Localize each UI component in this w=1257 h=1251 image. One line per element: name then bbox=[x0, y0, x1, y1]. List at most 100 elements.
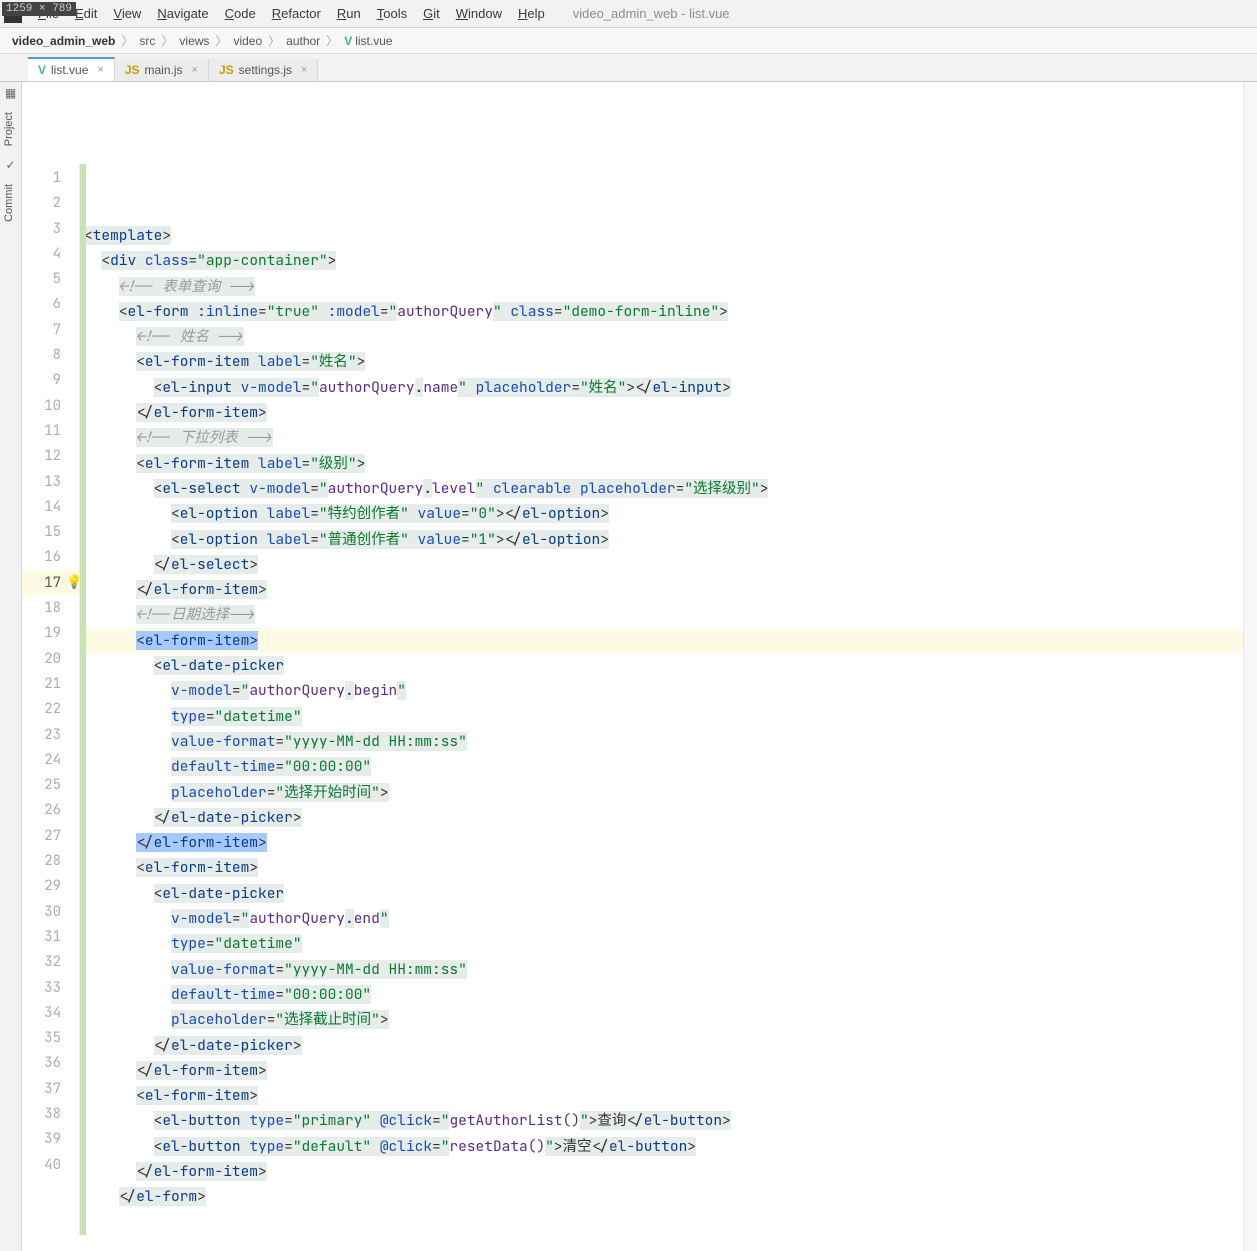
code-line-3[interactable]: <!-- 表单查询 --> bbox=[80, 274, 1257, 299]
menu-code[interactable]: Code bbox=[217, 6, 264, 21]
code-line-13[interactable]: <el-option label="普通创作者" value="1"></el-… bbox=[80, 527, 1257, 552]
tab-list.vue[interactable]: Vlist.vue × bbox=[28, 57, 115, 81]
line-number: 10 bbox=[22, 394, 79, 419]
line-number: 27 bbox=[22, 824, 79, 849]
code-line-4[interactable]: <el-form :inline="true" :model="authorQu… bbox=[80, 299, 1257, 324]
line-number: 38 bbox=[22, 1102, 79, 1127]
project-icon[interactable]: ▦ bbox=[0, 82, 21, 104]
line-number: 25 bbox=[22, 773, 79, 798]
vue-icon: V bbox=[38, 63, 46, 77]
code-line-20[interactable]: type="datetime" bbox=[80, 704, 1257, 729]
tabbar: Vlist.vue×JSmain.js×JSsettings.js× bbox=[0, 54, 1257, 82]
line-number: 26 bbox=[22, 798, 79, 823]
code-line-28[interactable]: v-model="authorQuery.end" bbox=[80, 906, 1257, 931]
crumb-src[interactable]: src bbox=[135, 34, 159, 48]
close-icon[interactable]: × bbox=[97, 64, 103, 76]
gutter: 1234567891011121314151617181920212223242… bbox=[22, 164, 80, 1235]
line-number: 6 bbox=[22, 292, 79, 317]
line-number: 31 bbox=[22, 925, 79, 950]
code-line-14[interactable]: </el-select> bbox=[80, 552, 1257, 577]
code-line-24[interactable]: </el-date-picker> bbox=[80, 805, 1257, 830]
menu-tools[interactable]: Tools bbox=[369, 6, 415, 21]
line-number: 40 bbox=[22, 1153, 79, 1178]
code-line-33[interactable]: </el-date-picker> bbox=[80, 1033, 1257, 1058]
line-number: 37 bbox=[22, 1077, 79, 1102]
code-line-2[interactable]: <div class="app-container"> bbox=[80, 248, 1257, 273]
menu-view[interactable]: View bbox=[105, 6, 149, 21]
line-number: 28 bbox=[22, 849, 79, 874]
menu-help[interactable]: Help bbox=[510, 6, 553, 21]
sidebar-left: ▦ Project ✓ Commit bbox=[0, 82, 22, 1251]
crumb-video[interactable]: video bbox=[229, 34, 266, 48]
line-number: 14 bbox=[22, 495, 79, 520]
menubar: FileEditViewNavigateCodeRefactorRunTools… bbox=[0, 0, 1257, 28]
sidebar-commit[interactable]: Commit bbox=[0, 176, 18, 230]
code-line-15[interactable]: </el-form-item> bbox=[80, 577, 1257, 602]
code-line-35[interactable]: <el-form-item> bbox=[80, 1083, 1257, 1108]
line-number: 32 bbox=[22, 950, 79, 975]
code-line-27[interactable]: <el-date-picker bbox=[80, 881, 1257, 906]
code-line-10[interactable]: <el-form-item label="级别"> bbox=[80, 451, 1257, 476]
code-line-8[interactable]: </el-form-item> bbox=[80, 400, 1257, 425]
code-line-19[interactable]: v-model="authorQuery.begin" bbox=[80, 678, 1257, 703]
code-line-39[interactable]: </el-form> bbox=[80, 1184, 1257, 1209]
crumb-video_admin_web[interactable]: video_admin_web bbox=[8, 34, 119, 48]
line-number: 23 bbox=[22, 723, 79, 748]
menu-refactor[interactable]: Refactor bbox=[264, 6, 329, 21]
code-line-9[interactable]: <!-- 下拉列表 --> bbox=[80, 425, 1257, 450]
code-line-12[interactable]: <el-option label="特约创作者" value="0"></el-… bbox=[80, 501, 1257, 526]
line-number: 5 bbox=[22, 267, 79, 292]
tab-main.js[interactable]: JSmain.js× bbox=[115, 59, 209, 81]
code-line-16[interactable]: <!--日期选择--> bbox=[80, 602, 1257, 627]
menu-window[interactable]: Window bbox=[448, 6, 510, 21]
code-line-11[interactable]: <el-select v-model="authorQuery.level" c… bbox=[80, 476, 1257, 501]
window-title: video_admin_web - list.vue bbox=[573, 6, 730, 21]
code-line-7[interactable]: <el-input v-model="authorQuery.name" pla… bbox=[80, 375, 1257, 400]
line-number: 35 bbox=[22, 1026, 79, 1051]
code-line-21[interactable]: value-format="yyyy-MM-dd HH:mm:ss" bbox=[80, 729, 1257, 754]
code-line-18[interactable]: <el-date-picker bbox=[80, 653, 1257, 678]
line-number: 8 bbox=[22, 343, 79, 368]
line-number: 4 bbox=[22, 242, 79, 267]
crumb-list.vue[interactable]: Vlist.vue bbox=[340, 34, 396, 48]
tab-label: list.vue bbox=[51, 63, 88, 77]
line-number: 24 bbox=[22, 748, 79, 773]
line-number: 36 bbox=[22, 1051, 79, 1076]
code-line-40[interactable] bbox=[80, 1210, 1257, 1235]
code-line-29[interactable]: type="datetime" bbox=[80, 931, 1257, 956]
code-line-6[interactable]: <el-form-item label="姓名"> bbox=[80, 349, 1257, 374]
tab-settings.js[interactable]: JSsettings.js× bbox=[209, 59, 318, 81]
menu-run[interactable]: Run bbox=[329, 6, 369, 21]
sidebar-project[interactable]: Project bbox=[0, 104, 18, 154]
code-line-36[interactable]: <el-button type="primary" @click="getAut… bbox=[80, 1108, 1257, 1133]
code-line-30[interactable]: value-format="yyyy-MM-dd HH:mm:ss" bbox=[80, 957, 1257, 982]
code-line-34[interactable]: </el-form-item> bbox=[80, 1058, 1257, 1083]
code-line-31[interactable]: default-time="00:00:00" bbox=[80, 982, 1257, 1007]
close-icon[interactable]: × bbox=[301, 64, 307, 76]
crumb-views[interactable]: views bbox=[175, 34, 213, 48]
code-editor[interactable]: <template> <div class="app-container"> <… bbox=[80, 164, 1257, 1235]
menu-navigate[interactable]: Navigate bbox=[149, 6, 216, 21]
code-line-5[interactable]: <!-- 姓名 --> bbox=[80, 324, 1257, 349]
code-line-22[interactable]: default-time="00:00:00" bbox=[80, 754, 1257, 779]
right-scrollbar[interactable] bbox=[1243, 82, 1257, 1251]
code-line-37[interactable]: <el-button type="default" @click="resetD… bbox=[80, 1134, 1257, 1159]
code-line-23[interactable]: placeholder="选择开始时间"> bbox=[80, 780, 1257, 805]
code-line-17[interactable]: <el-form-item> bbox=[80, 628, 1257, 653]
code-line-38[interactable]: </el-form-item> bbox=[80, 1159, 1257, 1184]
commit-icon[interactable]: ✓ bbox=[0, 154, 21, 176]
dimension-badge: 1259 × 789 bbox=[2, 2, 76, 16]
menu-git[interactable]: Git bbox=[415, 6, 448, 21]
line-number: 16 bbox=[22, 545, 79, 570]
code-line-25[interactable]: </el-form-item> bbox=[80, 830, 1257, 855]
close-icon[interactable]: × bbox=[192, 64, 198, 76]
line-number: 7 bbox=[22, 318, 79, 343]
code-line-26[interactable]: <el-form-item> bbox=[80, 855, 1257, 880]
line-number: 29 bbox=[22, 874, 79, 899]
code-line-32[interactable]: placeholder="选择截止时间"> bbox=[80, 1007, 1257, 1032]
line-number: 19 bbox=[22, 621, 79, 646]
line-number: 3 bbox=[22, 217, 79, 242]
crumb-author[interactable]: author bbox=[282, 34, 324, 48]
line-number: 18 bbox=[22, 596, 79, 621]
code-line-1[interactable]: <template> bbox=[80, 223, 1257, 248]
